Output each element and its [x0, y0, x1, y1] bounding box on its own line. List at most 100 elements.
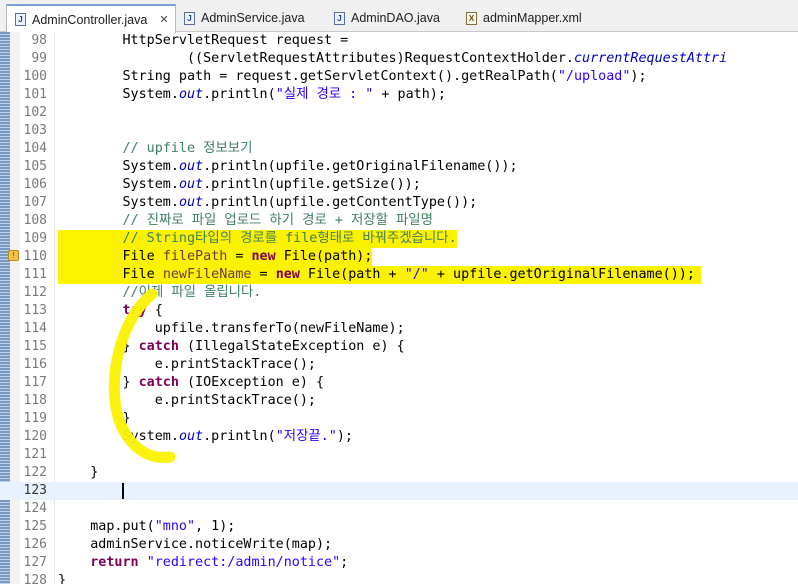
line-number: 102 — [23, 105, 47, 120]
java-file-icon: J — [334, 11, 345, 25]
code-text[interactable]: map.put("mno", 1); — [58, 518, 235, 536]
code-text[interactable]: ((ServletRequestAttributes)RequestContex… — [58, 50, 727, 68]
text-caret — [122, 483, 124, 499]
code-line[interactable]: 105 System.out.println(upfile.getOrigina… — [0, 158, 798, 176]
code-line[interactable]: 112 //이제 파일 올립니다. — [0, 284, 798, 302]
line-number: 100 — [23, 69, 47, 84]
code-line[interactable]: 111 File newFileName = new File(path + "… — [0, 266, 798, 284]
code-text[interactable]: adminService.noticeWrite(map); — [58, 536, 332, 554]
code-text[interactable]: //이제 파일 올립니다. — [58, 284, 262, 302]
line-number: 116 — [23, 357, 47, 372]
line-number: 120 — [23, 429, 47, 444]
code-line[interactable]: 126 adminService.noticeWrite(map); — [0, 536, 798, 554]
code-line[interactable]: 127 return "redirect:/admin/notice"; — [0, 554, 798, 572]
line-number: 115 — [23, 339, 47, 354]
code-text[interactable]: return "redirect:/admin/notice"; — [58, 554, 348, 572]
code-line[interactable]: 128} — [0, 572, 798, 584]
line-number: 125 — [23, 519, 47, 534]
code-line[interactable]: 99 ((ServletRequestAttributes)RequestCon… — [0, 50, 798, 68]
code-text[interactable]: } — [58, 410, 130, 428]
close-icon[interactable]: ✕ — [159, 13, 168, 26]
tab-label: AdminController.java — [32, 12, 148, 27]
line-number: 128 — [23, 573, 47, 584]
code-text[interactable]: e.printStackTrace(); — [58, 356, 316, 374]
code-text[interactable]: String path = request.getServletContext(… — [58, 68, 646, 86]
line-number: 110 — [23, 249, 47, 264]
line-number: 122 — [23, 465, 47, 480]
code-text[interactable]: System.out.println("저장끝."); — [58, 428, 352, 446]
line-number: 119 — [23, 411, 47, 426]
tab-admin-mapper[interactable]: X adminMapper.xml — [458, 4, 608, 32]
tab-admin-controller[interactable]: J AdminController.java ✕ — [6, 4, 176, 33]
code-line[interactable]: 125 map.put("mno", 1); — [0, 518, 798, 536]
code-line[interactable]: 107 System.out.println(upfile.getContent… — [0, 194, 798, 212]
code-text[interactable]: System.out.println(upfile.getSize()); — [58, 176, 420, 194]
code-line[interactable]: 110 File filePath = new File(path); — [0, 248, 798, 266]
code-editor[interactable]: ! 98 HttpServletRequest request = 99 ((Se… — [0, 32, 798, 584]
code-line[interactable]: 109 // String타입의 경로를 file형태로 바꿔주겠습니다. — [0, 230, 798, 248]
line-number: 105 — [23, 159, 47, 174]
code-line[interactable]: 119 } — [0, 410, 798, 428]
code-line[interactable]: 104 // upfile 정보보기 — [0, 140, 798, 158]
code-text[interactable]: } — [58, 464, 98, 482]
code-text[interactable]: System.out.println(upfile.getOriginalFil… — [58, 158, 517, 176]
code-line[interactable]: 114 upfile.transferTo(newFileName); — [0, 320, 798, 338]
code-line[interactable]: 113 try { — [0, 302, 798, 320]
tab-admin-dao[interactable]: J AdminDAO.java — [326, 4, 460, 32]
code-line[interactable]: 121 — [0, 446, 798, 464]
code-text[interactable]: } catch (IOException e) { — [58, 374, 324, 392]
code-line[interactable]: 123 — [0, 482, 798, 500]
code-text[interactable]: // String타입의 경로를 file형태로 바꿔주겠습니다. — [58, 230, 457, 248]
code-text[interactable]: // 진짜로 파일 업로드 하기 경로 + 저장할 파일명 — [58, 212, 433, 230]
code-text[interactable]: File newFileName = new File(path + "/" +… — [58, 266, 701, 284]
line-number: 111 — [23, 267, 47, 282]
code-line[interactable]: 98 HttpServletRequest request = — [0, 32, 798, 50]
line-number: 101 — [23, 87, 47, 102]
tab-label: adminMapper.xml — [483, 11, 582, 25]
line-number: 126 — [23, 537, 47, 552]
code-line[interactable]: 108 // 진짜로 파일 업로드 하기 경로 + 저장할 파일명 — [0, 212, 798, 230]
code-text[interactable]: try { — [58, 302, 163, 320]
code-line[interactable]: 117 } catch (IOException e) { — [0, 374, 798, 392]
editor-tab-bar: J AdminController.java ✕ J AdminService.… — [0, 0, 798, 33]
code-text[interactable]: } catch (IllegalStateException e) { — [58, 338, 404, 356]
line-number: 112 — [23, 285, 47, 300]
line-number: 113 — [23, 303, 47, 318]
code-line[interactable]: 102 — [0, 104, 798, 122]
line-number: 99 — [31, 51, 47, 66]
line-number: 108 — [23, 213, 47, 228]
code-line[interactable]: 118 e.printStackTrace(); — [0, 392, 798, 410]
line-number: 121 — [23, 447, 47, 462]
line-number: 107 — [23, 195, 47, 210]
line-number: 114 — [23, 321, 47, 336]
line-number: 124 — [23, 501, 47, 516]
java-file-icon: J — [15, 13, 26, 26]
code-line[interactable]: 106 System.out.println(upfile.getSize())… — [0, 176, 798, 194]
code-line[interactable]: 103 — [0, 122, 798, 140]
code-line[interactable]: 101 System.out.println("실제 경로 : " + path… — [0, 86, 798, 104]
line-number: 123 — [23, 483, 47, 498]
code-text[interactable]: System.out.println("실제 경로 : " + path); — [58, 86, 445, 104]
code-text[interactable]: File filePath = new File(path); — [58, 248, 373, 266]
tab-admin-service[interactable]: J AdminService.java — [176, 4, 326, 32]
line-number: 118 — [23, 393, 47, 408]
code-text[interactable]: // upfile 정보보기 — [58, 140, 253, 158]
line-number: 104 — [23, 141, 47, 156]
code-line[interactable]: 122 } — [0, 464, 798, 482]
code-line[interactable]: 116 e.printStackTrace(); — [0, 356, 798, 374]
code-line[interactable]: 100 String path = request.getServletCont… — [0, 68, 798, 86]
code-line[interactable]: 120 System.out.println("저장끝."); — [0, 428, 798, 446]
line-number: 98 — [31, 33, 47, 48]
code-line[interactable]: 115 } catch (IllegalStateException e) { — [0, 338, 798, 356]
line-number: 127 — [23, 555, 47, 570]
code-text[interactable]: System.out.println(upfile.getContentType… — [58, 194, 477, 212]
line-number: 117 — [23, 375, 47, 390]
code-line[interactable]: 124 — [0, 500, 798, 518]
code-text[interactable]: e.printStackTrace(); — [58, 392, 316, 410]
tab-label: AdminService.java — [201, 11, 305, 25]
java-file-icon: J — [184, 11, 195, 25]
code-text[interactable]: } — [58, 572, 66, 584]
code-text[interactable]: HttpServletRequest request = — [58, 32, 348, 50]
xml-file-icon: X — [466, 11, 477, 25]
code-text[interactable]: upfile.transferTo(newFileName); — [58, 320, 405, 338]
